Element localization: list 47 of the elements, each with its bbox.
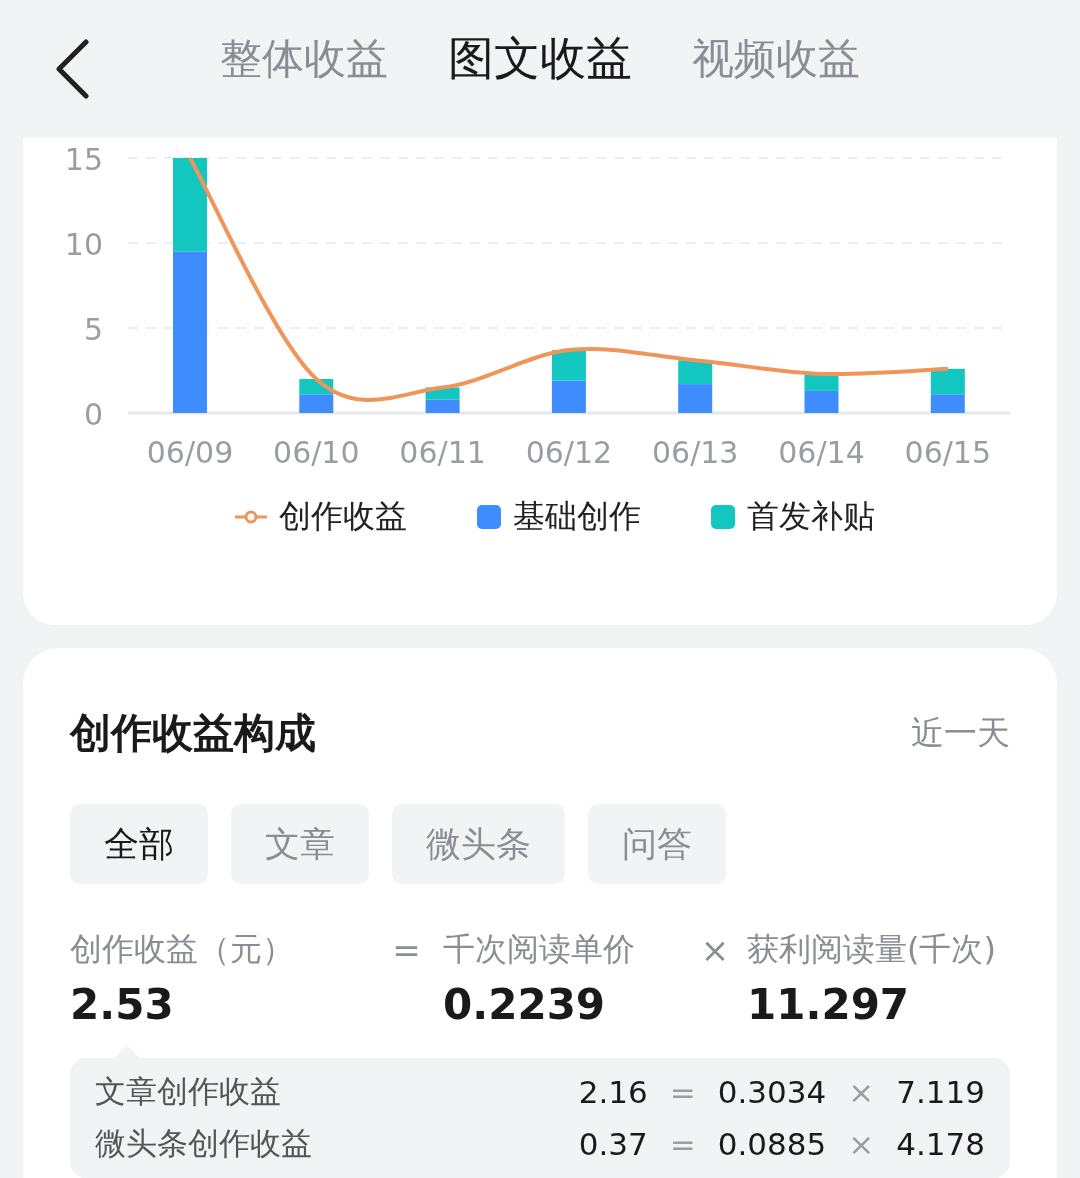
- row-label: 文章创作收益: [95, 1072, 281, 1111]
- x-axis-label: 06/10: [273, 435, 360, 470]
- filter-chip[interactable]: 问答: [588, 804, 726, 884]
- row-price: 0.3034: [717, 1074, 827, 1110]
- row-total: 2.16: [578, 1074, 648, 1110]
- operator-sign: =: [669, 1126, 696, 1162]
- legend-label: 创作收益: [279, 496, 407, 537]
- tab[interactable]: 整体收益: [220, 31, 388, 87]
- row-label: 微头条创作收益: [95, 1124, 312, 1163]
- operator-sign: ×: [848, 1126, 875, 1162]
- row-reads: 4.178: [896, 1126, 985, 1162]
- metric-label: 千次阅读单价: [443, 929, 636, 970]
- operator-sign: =: [391, 929, 422, 970]
- legend-square-icon: [711, 505, 735, 529]
- x-axis-label: 06/09: [146, 435, 234, 470]
- legend-label: 首发补贴: [747, 496, 875, 537]
- metric-label: 创作收益（元）: [70, 929, 295, 970]
- tab[interactable]: 图文收益: [448, 28, 632, 90]
- legend-square-icon: [477, 505, 501, 529]
- operator-sign: ×: [699, 929, 731, 970]
- row-total: 0.37: [578, 1126, 648, 1162]
- row-reads: 7.119: [896, 1074, 985, 1110]
- operator-sign: ×: [848, 1074, 875, 1110]
- x-axis-label: 06/15: [904, 435, 992, 470]
- y-axis-label: 10: [64, 227, 103, 262]
- x-axis-label: 06/11: [399, 435, 486, 470]
- y-axis-label: 0: [83, 397, 103, 432]
- back-icon[interactable]: [54, 39, 90, 99]
- x-axis-label: 06/14: [778, 435, 865, 470]
- filter-chip[interactable]: 全部: [70, 804, 208, 884]
- legend-line-icon: [235, 510, 267, 524]
- x-axis-label: 06/13: [651, 435, 739, 470]
- metric-value: 0.2239: [443, 980, 607, 1029]
- tab[interactable]: 视频收益: [692, 31, 860, 87]
- operator-sign: =: [669, 1074, 696, 1110]
- x-axis-label: 06/12: [525, 435, 613, 470]
- legend-label: 基础创作: [513, 496, 641, 537]
- section-title: 创作收益构成: [70, 707, 316, 759]
- metric-label: 获利阅读量(千次): [747, 929, 997, 970]
- metric-value: 2.53: [70, 980, 175, 1029]
- filter-chip[interactable]: 微头条: [392, 804, 565, 884]
- y-axis-label: 15: [64, 142, 103, 177]
- y-axis-label: 5: [83, 312, 103, 347]
- metric-value: 11.297: [747, 980, 911, 1029]
- period-selector[interactable]: 近一天: [911, 710, 1010, 756]
- row-price: 0.0885: [717, 1126, 827, 1162]
- filter-chip[interactable]: 文章: [231, 804, 369, 884]
